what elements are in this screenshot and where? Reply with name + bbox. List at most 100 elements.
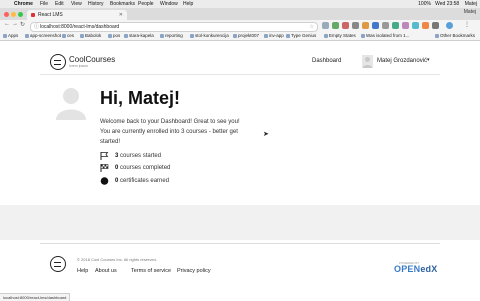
favicon-icon	[31, 13, 35, 17]
footer-logo-icon[interactable]	[50, 256, 66, 272]
folder-icon	[25, 33, 29, 38]
page-icon	[361, 33, 365, 38]
bookmark-item[interactable]: reporting	[160, 32, 183, 40]
clock[interactable]: Wed 23:58	[435, 1, 459, 7]
footer-link-privacy[interactable]: Privacy policy	[177, 268, 211, 274]
back-icon[interactable]: ←	[4, 21, 10, 27]
menu-edit[interactable]: Edit	[55, 0, 64, 8]
bookmark-item[interactable]: projekt007	[233, 32, 259, 40]
footer-link-help[interactable]: Help	[77, 268, 88, 274]
extension-icon[interactable]	[392, 22, 399, 29]
bookmark-item[interactable]: stol-konkurencija	[190, 32, 229, 40]
welcome-line-1: Welcome back to your Dashboard! Great to…	[100, 119, 240, 125]
menu-history[interactable]: History	[88, 0, 104, 8]
brand-tagline: lorem ipsum	[69, 64, 89, 68]
url-text[interactable]: localhost:8000/react-lms/dashboard	[40, 23, 119, 31]
menu-app-name[interactable]: Chrome	[14, 0, 33, 8]
certificate-icon	[100, 177, 109, 185]
reload-icon[interactable]: ↻	[20, 21, 25, 28]
menu-file[interactable]: File	[40, 0, 48, 8]
content-band	[0, 205, 480, 240]
menu-view[interactable]: View	[71, 0, 82, 8]
zoom-window-button[interactable]	[18, 12, 23, 17]
logo-icon[interactable]	[50, 54, 66, 70]
address-bar[interactable]: ⓘ localhost:8000/react-lms/dashboard ☆	[30, 22, 318, 32]
extension-icon[interactable]	[362, 22, 369, 29]
macos-menubar: Chrome File Edit View History Bookmarks …	[0, 0, 480, 8]
bookmark-item[interactable]: ces	[62, 32, 74, 40]
footer-link-terms[interactable]: Terms of service	[131, 268, 171, 274]
flag-icon	[100, 152, 109, 160]
bookmark-star-icon[interactable]: ☆	[310, 23, 314, 31]
tab-react-lms[interactable]: React LMS ✕	[27, 10, 127, 20]
menu-kebab-icon[interactable]: ⋮	[464, 21, 470, 28]
welcome-line-2: You are currently enrolled into 3 course…	[100, 129, 238, 145]
menu-help[interactable]: Help	[183, 0, 193, 8]
folder-icon	[62, 33, 66, 38]
menu-window[interactable]: Window	[160, 0, 178, 8]
bookmarks-bar: Apps app-screenshot ces Babolok pos star…	[0, 32, 480, 41]
bookmark-other[interactable]: Other Bookmarks	[435, 32, 475, 40]
brand-name[interactable]: CoolCourses	[69, 55, 115, 64]
user-menu-name[interactable]: Matej Grozdanović	[377, 58, 427, 64]
extension-icon[interactable]	[432, 22, 439, 29]
page-icon	[324, 33, 328, 38]
stat-label: certificates earned	[120, 178, 170, 184]
checkered-flag-icon	[100, 164, 109, 172]
close-tab-icon[interactable]: ✕	[119, 10, 123, 20]
folder-icon	[160, 33, 164, 38]
profile-name[interactable]: Matej	[464, 9, 476, 15]
extension-icon[interactable]	[402, 22, 409, 29]
close-window-button[interactable]	[4, 12, 9, 17]
bookmark-item[interactable]: stara-kapela	[124, 32, 154, 40]
stat-label: courses completed	[120, 165, 171, 171]
bookmark-item[interactable]: Empty States	[324, 32, 356, 40]
extension-icon[interactable]	[352, 22, 359, 29]
extension-icon[interactable]	[372, 22, 379, 29]
folder-icon	[264, 33, 268, 38]
bookmark-item[interactable]: inv-app	[264, 32, 284, 40]
folder-icon	[80, 33, 84, 38]
folder-icon	[124, 33, 128, 38]
bookmark-item[interactable]: pos	[108, 32, 120, 40]
extension-icon[interactable]	[342, 22, 349, 29]
bookmark-item[interactable]: Was isolated from 1...	[361, 32, 409, 40]
forward-icon[interactable]: →	[12, 21, 18, 27]
user-silhouette-icon	[363, 57, 372, 68]
footer-divider	[40, 243, 440, 244]
folder-icon	[108, 33, 112, 38]
tab-title: React LMS	[38, 12, 63, 18]
stat-label: courses started	[120, 153, 162, 159]
stat-count: 0	[115, 165, 119, 171]
folder-icon	[233, 33, 237, 38]
copyright-text: © 2018 Cool Courses Inc. All rights rese…	[77, 257, 157, 262]
extension-icon[interactable]	[332, 22, 339, 29]
menubar-status: 100% Wed 23:58 Matej	[418, 0, 477, 8]
apps-icon	[3, 33, 7, 38]
battery-level: 100%	[418, 1, 431, 7]
extension-icon[interactable]	[422, 22, 429, 29]
extension-icon[interactable]	[322, 22, 329, 29]
footer-link-about[interactable]: About us	[95, 268, 117, 274]
bookmark-apps[interactable]: Apps	[3, 32, 18, 40]
bookmark-item[interactable]: app-screenshot	[25, 32, 61, 40]
bookmark-item[interactable]: Babolok	[80, 32, 101, 40]
extension-icon[interactable]	[412, 22, 419, 29]
bookmark-item[interactable]: Type Genius	[286, 32, 316, 40]
profile-avatar	[56, 88, 86, 120]
nav-dashboard-link[interactable]: Dashboard	[312, 58, 341, 64]
menubar-user[interactable]: Matej	[465, 1, 477, 7]
chevron-down-icon[interactable]: ▾	[427, 57, 430, 63]
openedx-logo[interactable]: OPENedX	[394, 264, 437, 274]
minimize-window-button[interactable]	[11, 12, 16, 17]
folder-icon	[435, 33, 439, 38]
welcome-text: Welcome back to your Dashboard! Great to…	[100, 117, 250, 147]
profile-avatar-icon[interactable]	[446, 22, 453, 29]
user-avatar[interactable]	[362, 55, 373, 68]
extension-icon[interactable]	[382, 22, 389, 29]
menu-bookmarks[interactable]: Bookmarks	[110, 0, 135, 8]
menu-people[interactable]: People	[138, 0, 154, 8]
info-icon[interactable]: ⓘ	[34, 23, 39, 31]
mouse-cursor-icon: ➤	[263, 131, 269, 138]
folder-icon	[190, 33, 194, 38]
